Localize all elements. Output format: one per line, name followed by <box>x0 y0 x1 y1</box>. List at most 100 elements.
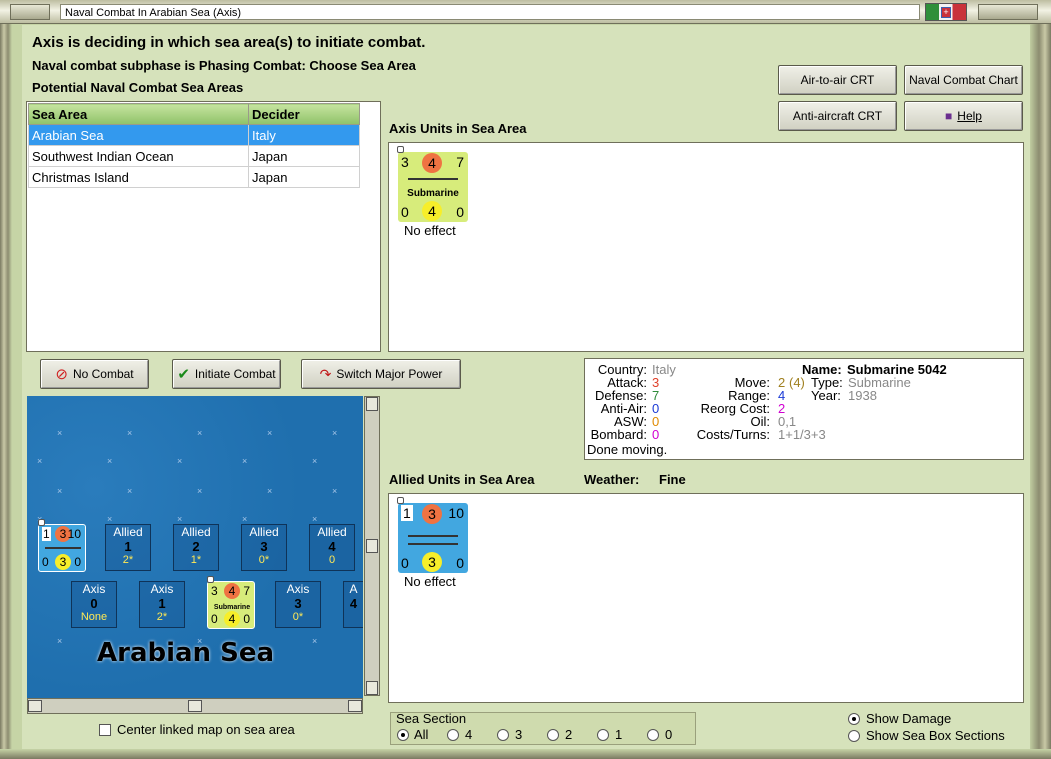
scroll-right-arrow-icon[interactable] <box>348 700 362 712</box>
table-row[interactable]: Christmas Island Japan <box>28 166 360 188</box>
counter-center-top: 4 <box>224 583 240 599</box>
sea-section-radio-4[interactable] <box>447 729 459 741</box>
title-bar: Naval Combat In Arabian Sea (Axis) + <box>0 0 1051 24</box>
show-sea-box-sections-radio[interactable] <box>848 730 860 742</box>
allied-units-panel <box>388 493 1024 703</box>
allied-effect-text: No effect <box>404 574 456 589</box>
help-label: Help <box>957 109 982 123</box>
sea-section-radio-1[interactable] <box>597 729 609 741</box>
axis-units-panel <box>388 142 1024 352</box>
sea-box-number: 1 <box>124 539 132 554</box>
year-label: Year: <box>811 388 841 403</box>
help-button[interactable]: ■ Help <box>904 101 1023 131</box>
year-value: 1938 <box>848 388 877 403</box>
naval-combat-chart-button[interactable]: Naval Combat Chart <box>904 65 1023 95</box>
initiate-combat-label: Initiate Combat <box>194 367 276 381</box>
window-menu-button[interactable] <box>10 4 50 20</box>
sea-section-radio-3[interactable] <box>497 729 509 741</box>
counter-center-top: 4 <box>422 153 442 173</box>
sea-box-label: Allied <box>317 525 347 539</box>
sea-box-number: 4 <box>328 539 336 554</box>
allied-battleship-counter[interactable]: 1 3 10 0 3 0 <box>397 497 468 573</box>
sea-area-cell: Arabian Sea <box>28 124 249 146</box>
show-damage-radio[interactable] <box>848 713 860 725</box>
initiate-combat-button[interactable]: ✔ Initiate Combat <box>172 359 281 389</box>
table-row[interactable]: Arabian Sea Italy <box>28 124 360 146</box>
sea-section-radio-0[interactable] <box>647 729 659 741</box>
air-to-air-crt-button[interactable]: Air-to-air CRT <box>778 65 897 95</box>
sea-box-allied-1[interactable]: Allied 1 2* <box>105 524 151 571</box>
center-map-checkbox[interactable] <box>99 724 111 736</box>
counter-bottom-left: 0 <box>401 204 409 220</box>
sea-box-axis-1[interactable]: Axis 1 2* <box>139 581 185 628</box>
sea-box-value: 0* <box>292 611 304 623</box>
unit-info-panel: Country: Italy Attack: 3 Defense: 7 Anti… <box>584 358 1024 460</box>
sea-section-option-label: 3 <box>515 727 523 742</box>
sea-section-radio-all[interactable] <box>397 729 409 741</box>
sea-box-value: 0* <box>258 554 270 566</box>
sea-box-axis-0[interactable]: Axis 0 None <box>71 581 117 628</box>
sea-box-axis-4[interactable]: A 4 <box>343 581 363 628</box>
sea-box-allied-4[interactable]: Allied 4 0 <box>309 524 355 571</box>
sea-section-option-label: All <box>414 727 429 742</box>
counter-range: 10 <box>448 505 464 521</box>
window-frame-right <box>1029 0 1051 759</box>
counter-bottom-right: 0 <box>74 555 81 569</box>
scroll-up-arrow-icon[interactable] <box>366 397 378 411</box>
subphase-heading: Naval combat subphase is Phasing Combat:… <box>32 58 416 73</box>
center-map-label: Center linked map on sea area <box>117 722 295 737</box>
no-entry-icon: ⊘ <box>55 366 68 383</box>
sea-box-label: Axis <box>82 582 106 596</box>
anti-aircraft-crt-button[interactable]: Anti-aircraft CRT <box>778 101 897 131</box>
checkmark-icon: ✔ <box>177 366 190 383</box>
sea-area-cell: Christmas Island <box>28 166 249 188</box>
sea-box-allied-2[interactable]: Allied 2 1* <box>173 524 219 571</box>
table-row[interactable]: Southwest Indian Ocean Japan <box>28 145 360 167</box>
sea-box-number: 3 <box>294 596 302 611</box>
column-header-decider[interactable]: Decider <box>248 103 360 125</box>
scroll-down-arrow-icon[interactable] <box>366 681 378 695</box>
counter-range: 7 <box>456 154 464 170</box>
sea-box-number: 2 <box>192 539 200 554</box>
counter-marker <box>397 497 404 504</box>
sea-section-radio-2[interactable] <box>547 729 559 741</box>
sea-box-number: 4 <box>349 596 358 611</box>
switch-major-power-button[interactable]: ↷ Switch Major Power <box>301 359 461 389</box>
battleship-icon <box>45 547 81 549</box>
counter-bottom-center: 4 <box>422 201 442 221</box>
counter-range: 7 <box>243 584 250 598</box>
sea-section-option-label: 1 <box>615 727 623 742</box>
sea-box-axis-3[interactable]: Axis 3 0* <box>275 581 321 628</box>
window-frame-bottom <box>0 749 1051 759</box>
horizontal-scroll-thumb[interactable] <box>188 700 202 712</box>
vertical-scroll-thumb[interactable] <box>366 539 378 553</box>
move-extended-value: (4) <box>789 375 805 390</box>
battleship-icon <box>408 535 458 537</box>
italy-flag-icon: + <box>925 3 967 21</box>
counter-range: 10 <box>67 527 81 541</box>
map-allied-counter[interactable]: 1 3 10 0 3 0 <box>38 519 86 572</box>
column-header-sea-area[interactable]: Sea Area <box>28 103 249 125</box>
counter-bottom-center: 3 <box>422 552 442 572</box>
switch-major-power-label: Switch Major Power <box>336 367 443 381</box>
map-horizontal-scrollbar[interactable] <box>27 698 363 714</box>
sea-box-value: 1* <box>190 554 202 566</box>
costs-turns-label: Costs/Turns: <box>696 427 770 442</box>
window-close-button[interactable] <box>978 4 1038 20</box>
axis-submarine-counter[interactable]: 3 4 7 Submarine 0 4 0 <box>397 146 468 222</box>
potential-areas-heading: Potential Naval Combat Sea Areas <box>32 80 244 95</box>
decider-cell: Japan <box>248 145 360 167</box>
counter-attack: 1 <box>42 527 51 541</box>
costs-turns-value: 1+1/3+3 <box>778 427 826 442</box>
no-combat-button[interactable]: ⊘ No Combat <box>40 359 149 389</box>
scroll-left-arrow-icon[interactable] <box>28 700 42 712</box>
sea-box-allied-3[interactable]: Allied 3 0* <box>241 524 287 571</box>
sea-box-value: 2* <box>122 554 134 566</box>
map-axis-submarine-counter[interactable]: 3 4 7 Submarine 0 4 0 <box>207 576 255 629</box>
sea-section-option-label: 0 <box>665 727 673 742</box>
map-vertical-scrollbar[interactable] <box>364 396 380 696</box>
show-sea-box-sections-label: Show Sea Box Sections <box>866 728 1005 743</box>
sea-section-option-label: 4 <box>465 727 473 742</box>
sea-box-number: 3 <box>260 539 268 554</box>
decider-cell: Italy <box>248 124 360 146</box>
